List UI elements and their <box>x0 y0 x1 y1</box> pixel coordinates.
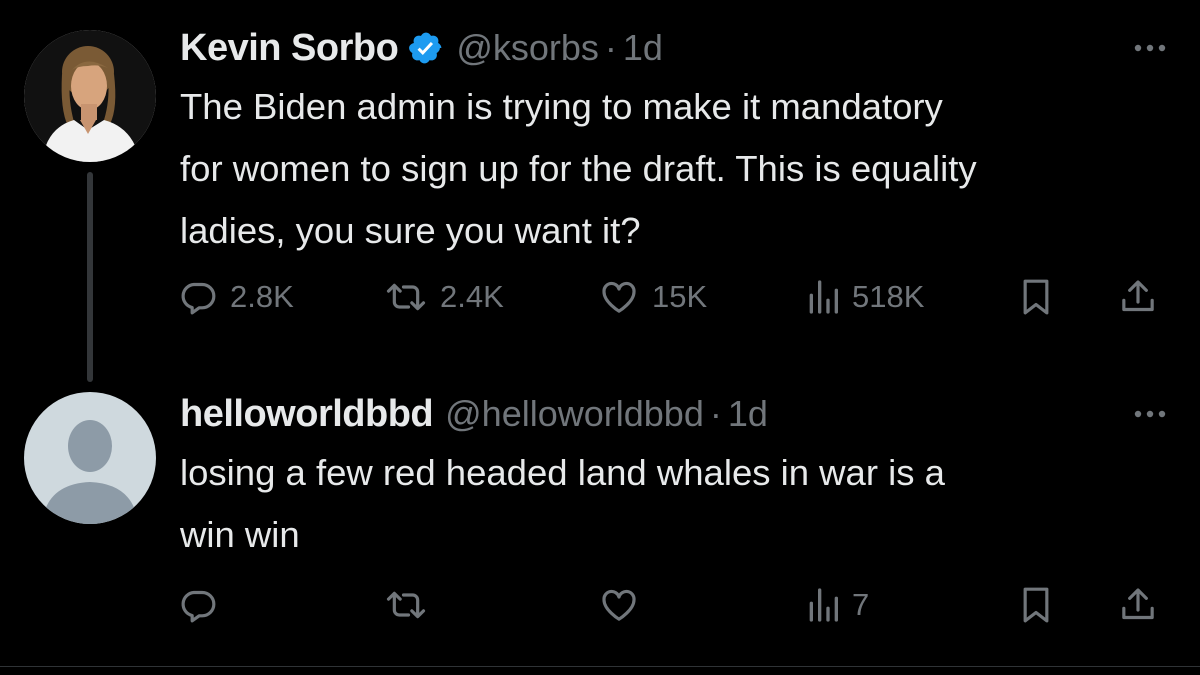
separator-dot: · <box>709 393 722 434</box>
separator-dot: · <box>604 27 617 68</box>
tweet-header: Kevin Sorbo @ksorbs · 1d <box>180 20 1170 76</box>
reply-count: 2.8K <box>230 279 294 314</box>
timestamp[interactable]: 1d <box>623 27 663 69</box>
tweet-header: helloworldbbd @helloworldbbd · 1d <box>180 386 1170 442</box>
retweet-button[interactable] <box>384 580 440 630</box>
more-icon[interactable] <box>1130 396 1170 432</box>
handle[interactable]: @ksorbs <box>456 27 599 69</box>
profile-photo-icon <box>24 30 156 162</box>
views-icon <box>806 277 840 317</box>
tweet-kevin-sorbo[interactable]: Kevin Sorbo @ksorbs · 1d The Biden admin… <box>0 0 1200 382</box>
share-icon <box>1118 277 1158 317</box>
view-count: 7 <box>852 587 870 622</box>
reply-icon <box>178 277 218 317</box>
views-icon <box>806 585 840 625</box>
share-button[interactable] <box>1118 580 1158 630</box>
share-icon <box>1118 585 1158 625</box>
reply-button[interactable]: 2.8K <box>178 272 294 322</box>
divider <box>0 666 1200 667</box>
retweet-button[interactable]: 2.4K <box>384 272 504 322</box>
tweet-text: The Biden admin is trying to make it man… <box>180 86 977 251</box>
tweet-helloworldbbd[interactable]: helloworldbbd @helloworldbbd · 1d losing… <box>0 380 1200 666</box>
action-bar: 7 <box>178 580 1178 630</box>
retweet-icon <box>384 585 428 625</box>
views-button[interactable]: 518K <box>806 272 924 322</box>
like-button[interactable] <box>598 580 652 630</box>
retweet-count: 2.4K <box>440 279 504 314</box>
default-avatar-icon <box>24 392 156 524</box>
share-button[interactable] <box>1118 272 1158 322</box>
tweet-text: losing a few red headed land whales in w… <box>180 452 945 555</box>
retweet-icon <box>384 277 428 317</box>
like-button[interactable]: 15K <box>598 272 707 322</box>
reply-icon <box>178 585 218 625</box>
display-name[interactable]: helloworldbbd <box>180 393 434 436</box>
avatar[interactable] <box>24 30 156 162</box>
bookmark-icon <box>1018 585 1054 625</box>
bookmark-icon <box>1018 277 1054 317</box>
view-count: 518K <box>852 279 925 314</box>
thread-line <box>87 172 93 382</box>
heart-icon <box>598 585 640 625</box>
avatar[interactable] <box>24 392 156 524</box>
verified-badge-icon <box>408 30 444 66</box>
display-name[interactable]: Kevin Sorbo <box>180 27 399 70</box>
timestamp[interactable]: 1d <box>728 393 768 435</box>
heart-icon <box>598 277 640 317</box>
action-bar: 2.8K 2.4K 15K 518K <box>178 272 1178 322</box>
like-count: 15K <box>652 279 708 314</box>
views-button[interactable]: 7 <box>806 580 869 630</box>
handle[interactable]: @helloworldbbd <box>445 393 704 435</box>
reply-button[interactable] <box>178 580 230 630</box>
bookmark-button[interactable] <box>1018 272 1054 322</box>
bookmark-button[interactable] <box>1018 580 1054 630</box>
more-icon[interactable] <box>1130 30 1170 66</box>
